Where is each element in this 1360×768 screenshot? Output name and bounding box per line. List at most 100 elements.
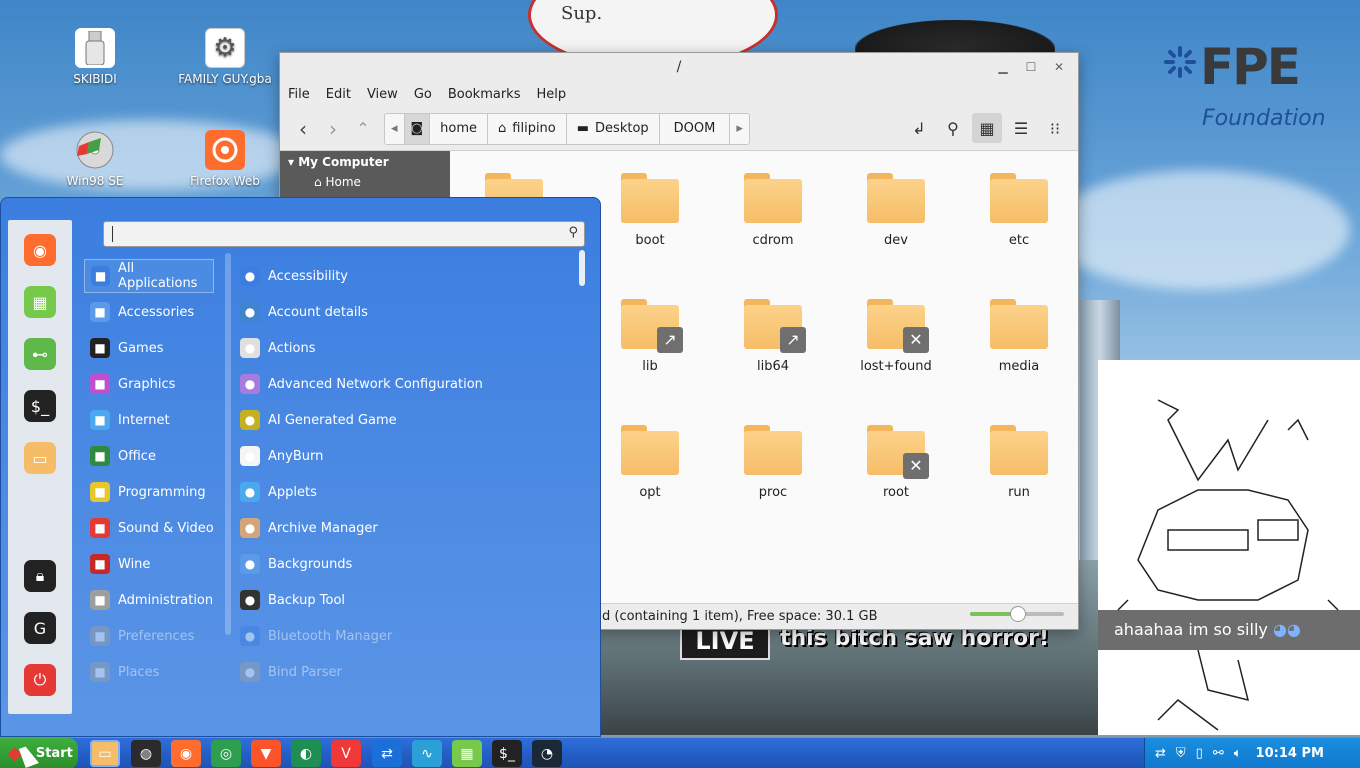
- category-places[interactable]: ■ Places: [84, 655, 214, 689]
- app-item[interactable]: ● AnyBurn: [238, 439, 323, 473]
- power-icon[interactable]: ⏻: [24, 664, 56, 696]
- grid-green-icon[interactable]: ▦: [24, 286, 56, 318]
- folder-item[interactable]: ↗ lib64: [723, 299, 823, 374]
- folder-item[interactable]: media: [969, 299, 1069, 374]
- taskbar-monitor-icon[interactable]: ∿: [412, 740, 442, 767]
- toggle-icon[interactable]: ⊷: [24, 338, 56, 370]
- taskbar-edge-dev-icon[interactable]: ◐: [291, 740, 321, 767]
- lock-icon[interactable]: 🔒︎: [24, 560, 56, 592]
- close-button[interactable]: ✕: [1050, 53, 1068, 81]
- minimize-button[interactable]: ▁: [994, 53, 1012, 81]
- category-administration[interactable]: ■ Administration: [84, 583, 214, 617]
- folder-item[interactable]: etc: [969, 173, 1069, 248]
- zoom-slider[interactable]: [970, 606, 1064, 622]
- volume-icon[interactable]: 🔈︎: [1234, 746, 1242, 761]
- folder-item[interactable]: run: [969, 425, 1069, 500]
- category-graphics[interactable]: ■ Graphics: [84, 367, 214, 401]
- app-item[interactable]: ● AI Generated Game: [238, 403, 397, 437]
- folder-icon[interactable]: ▭: [24, 442, 56, 474]
- clock[interactable]: 10:14 PM: [1256, 746, 1324, 761]
- app-item[interactable]: ● Bind Parser: [238, 655, 342, 689]
- category-office[interactable]: ■ Office: [84, 439, 214, 473]
- breadcrumb-root[interactable]: ◙: [404, 113, 431, 144]
- breadcrumb-right-arrow[interactable]: ▸: [730, 114, 749, 144]
- remote-tray-icon[interactable]: ⇄: [1155, 746, 1166, 761]
- category-all-applications[interactable]: ■ All Applications: [84, 259, 214, 293]
- search-input[interactable]: ⚲: [103, 221, 585, 247]
- breadcrumb-doom[interactable]: DOOM: [660, 113, 731, 144]
- menu-edit[interactable]: Edit: [326, 87, 351, 102]
- zoom-slider-knob[interactable]: [1010, 606, 1026, 622]
- folder-item[interactable]: cdrom: [723, 173, 823, 248]
- app-item[interactable]: ● Actions: [238, 331, 316, 365]
- menu-bookmarks[interactable]: Bookmarks: [448, 87, 521, 102]
- folder-item[interactable]: proc: [723, 425, 823, 500]
- taskbar-terminal-icon[interactable]: $_: [492, 740, 522, 767]
- app-item[interactable]: ● Backgrounds: [238, 547, 352, 581]
- app-item[interactable]: ● Accessibility: [238, 259, 348, 293]
- folder-item[interactable]: ↗ lib: [600, 299, 700, 374]
- taskbar-steam-icon[interactable]: ◔: [532, 740, 562, 767]
- taskbar-grid-green-icon[interactable]: ▦: [452, 740, 482, 767]
- back-button[interactable]: ‹: [288, 114, 318, 144]
- desktop-icon-family-guy[interactable]: ⚙ FAMILY GUY.gba: [170, 28, 280, 86]
- compact-view-icon[interactable]: ⁝⁝: [1040, 113, 1070, 143]
- category-label: Programming: [118, 484, 206, 500]
- sidebar-item-home[interactable]: ⌂ Home: [280, 173, 450, 191]
- desktop-icon-skibidi[interactable]: SKIBIDI: [40, 28, 150, 86]
- taskbar-chrome-icon[interactable]: ◎: [211, 740, 241, 767]
- menu-help[interactable]: Help: [536, 87, 566, 102]
- category-sound-video[interactable]: ■ Sound & Video: [84, 511, 214, 545]
- scrollbar-thumb[interactable]: [579, 250, 585, 286]
- app-item[interactable]: ● Applets: [238, 475, 317, 509]
- window-titlebar[interactable]: / ▁ ☐ ✕: [280, 53, 1078, 81]
- breadcrumb-left-arrow[interactable]: ◂: [385, 113, 405, 144]
- sidebar-header[interactable]: ▾ My Computer: [280, 151, 450, 173]
- app-item[interactable]: ● Archive Manager: [238, 511, 378, 545]
- menu-view[interactable]: View: [367, 87, 398, 102]
- network-icon[interactable]: ⚯: [1213, 746, 1224, 761]
- desktop-icon-firefox[interactable]: Firefox Web: [170, 130, 280, 188]
- toggle-location-icon[interactable]: ↲: [904, 113, 934, 143]
- category-programming[interactable]: ■ Programming: [84, 475, 214, 509]
- up-button[interactable]: ⌃: [348, 114, 378, 144]
- folder-item[interactable]: dev: [846, 173, 946, 248]
- taskbar-firefox-icon[interactable]: ◉: [171, 740, 201, 767]
- start-button[interactable]: ◆ Start: [0, 738, 78, 768]
- app-item[interactable]: ● Backup Tool: [238, 583, 345, 617]
- maximize-button[interactable]: ☐: [1022, 53, 1040, 81]
- icon-view-icon[interactable]: ▦: [972, 113, 1002, 143]
- folder-item[interactable]: opt: [600, 425, 700, 500]
- category-games[interactable]: ■ Games: [84, 331, 214, 365]
- taskbar-obs-icon[interactable]: ◍: [131, 740, 161, 767]
- shield-icon[interactable]: ⛨: [1176, 746, 1186, 761]
- folder-item[interactable]: ✕ lost+found: [846, 299, 946, 374]
- list-view-icon[interactable]: ☰: [1006, 113, 1036, 143]
- forward-button[interactable]: ›: [318, 114, 348, 144]
- taskbar-remote-icon[interactable]: ⇄: [372, 740, 402, 767]
- menu-go[interactable]: Go: [414, 87, 432, 102]
- breadcrumb-filipino[interactable]: ⌂ filipino: [488, 113, 567, 144]
- folder-icon: ✕: [867, 299, 929, 353]
- breadcrumb-home[interactable]: home: [430, 113, 489, 144]
- logout-icon[interactable]: G: [24, 612, 56, 644]
- firefox-icon[interactable]: ◉: [24, 234, 56, 266]
- app-item[interactable]: ● Advanced Network Configuration: [238, 367, 483, 401]
- desktop-icon-win98[interactable]: Win98 SE: [40, 130, 150, 188]
- category-preferences[interactable]: ■ Preferences: [84, 619, 214, 653]
- menu-file[interactable]: File: [288, 87, 310, 102]
- taskbar-vivaldi-icon[interactable]: V: [331, 740, 361, 767]
- taskbar-brave-icon[interactable]: ▼: [251, 740, 281, 767]
- taskbar-folder-icon[interactable]: ▭: [90, 740, 120, 767]
- app-item[interactable]: ● Bluetooth Manager: [238, 619, 392, 653]
- search-icon[interactable]: ⚲: [938, 113, 968, 143]
- terminal-icon[interactable]: $_: [24, 390, 56, 422]
- folder-item[interactable]: ✕ root: [846, 425, 946, 500]
- clipboard-icon[interactable]: ▯: [1196, 746, 1203, 761]
- breadcrumb-desktop[interactable]: ▬ Desktop: [567, 113, 660, 144]
- app-item[interactable]: ● Account details: [238, 295, 368, 329]
- category-internet[interactable]: ■ Internet: [84, 403, 214, 437]
- category-accessories[interactable]: ■ Accessories: [84, 295, 214, 329]
- category-wine[interactable]: ■ Wine: [84, 547, 214, 581]
- folder-item[interactable]: boot: [600, 173, 700, 248]
